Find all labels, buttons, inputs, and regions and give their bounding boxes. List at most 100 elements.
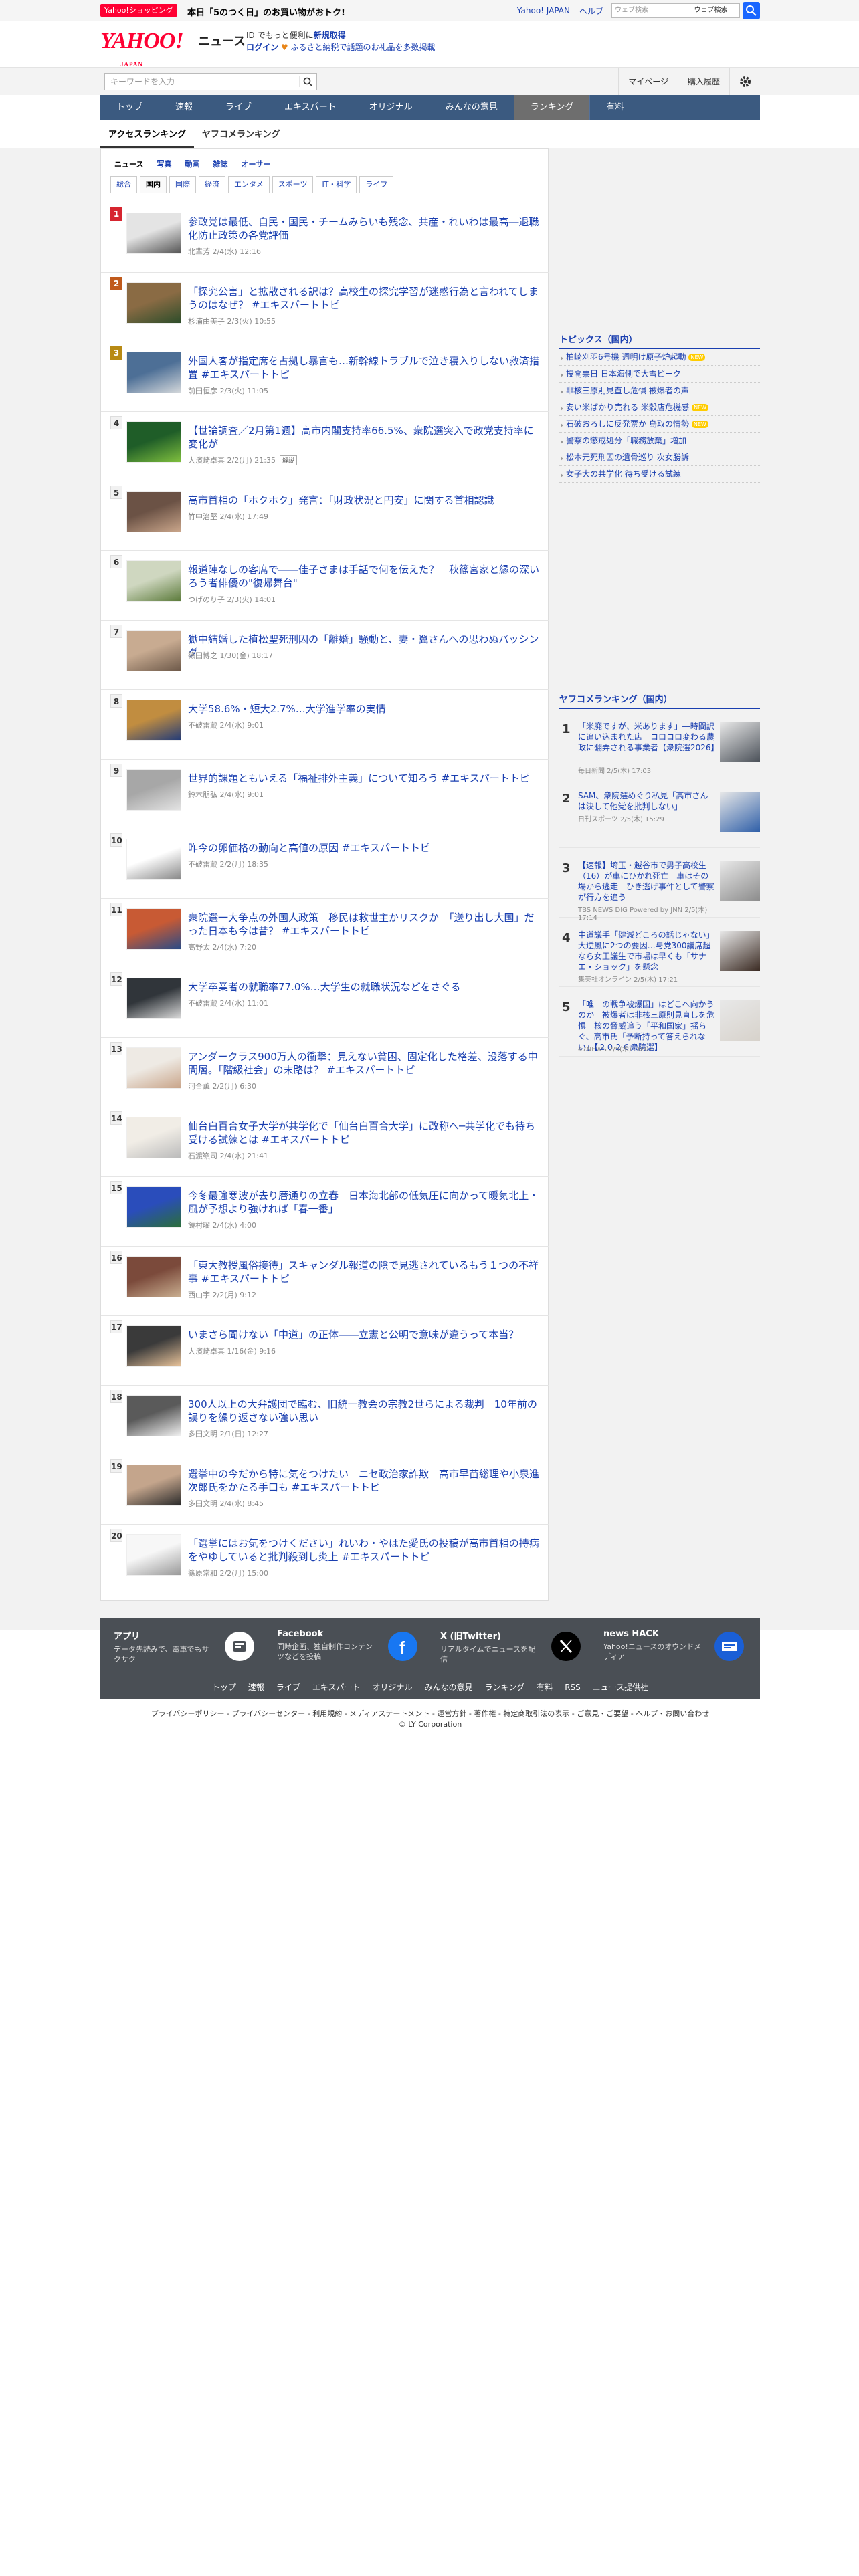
article-title[interactable]: 衆院選一大争点の外国人政策 移民は救世主かリスクか 「送り出し大国」だった日本も… (188, 911, 543, 938)
article-thumbnail[interactable] (126, 1186, 181, 1228)
filter-life[interactable]: ライフ (359, 176, 394, 193)
keyword-search-input[interactable]: キーワードを入力 (104, 73, 317, 90)
article-title[interactable]: アンダークラス900万人の衝撃：見えない貧困、固定化した格差、没落する中間層。「… (188, 1050, 543, 1077)
article-thumbnail[interactable] (126, 978, 181, 1019)
filter-economy[interactable]: 経済 (199, 176, 225, 193)
comment-ranking-item[interactable]: 4 中道議手「健減どころの話じゃない」大逆風に2つの要因…与党300議席超なら女王… (559, 918, 760, 987)
comment-ranking-thumbnail[interactable] (720, 931, 760, 971)
settings-button[interactable] (729, 68, 760, 96)
mypage-link[interactable]: マイページ (618, 68, 678, 96)
topic-item[interactable]: 柏崎刈羽6号機 週明け原子炉起動 NEW (559, 349, 760, 366)
news-brand[interactable]: ニュース (198, 32, 246, 49)
article-thumbnail[interactable] (126, 769, 181, 811)
ranking-row[interactable]: 18 300人以上の大弁護団で臨む、旧統一教会の宗教2世らによる裁判 10年前の誤… (101, 1385, 549, 1454)
yahoo-logo[interactable]: YAHOO! JAPAN (100, 29, 195, 68)
article-thumbnail[interactable] (126, 1256, 181, 1297)
article-title[interactable]: 大学58.6%・短大2.7%…大学進学率の実情 (188, 702, 543, 716)
ranking-row[interactable]: 5 高市首相の「ホクホク」発言：「財政状況と円安」に関する首相認識 竹中治堅 2/4… (101, 481, 549, 550)
article-title[interactable]: 今冬最強寒波が去り暦通りの立春 日本海北部の低気圧に向かって暖気北上・風が予想よ… (188, 1189, 543, 1216)
article-title[interactable]: 300人以上の大弁護団で臨む、旧統一教会の宗教2世らによる裁判 10年前の誤りを… (188, 1398, 543, 1424)
footer-link[interactable]: みんなの意見 (425, 1683, 473, 1692)
yahoo-japan-link[interactable]: Yahoo! JAPAN (517, 6, 570, 15)
register-link[interactable]: 新規取得 (314, 31, 346, 40)
filter-world[interactable]: 国際 (169, 176, 196, 193)
article-thumbnail[interactable] (126, 560, 181, 602)
nav-ranking[interactable]: ランキング (514, 95, 591, 120)
article-title[interactable]: 「東大教授風俗接待」スキャンダル報道の陰で見逃されているもう１つの不祥事 #エキ… (188, 1259, 543, 1285)
comment-ranking-title[interactable]: 中道議手「健減どころの話じゃない」大逆風に2つの要因…与党300議席超なら女王議… (578, 930, 716, 972)
tab-news[interactable]: ニュース (110, 154, 147, 173)
article-title[interactable]: 世界的課題ともいえる「福祉排外主義」について知ろう #エキスパートトピ (188, 772, 543, 785)
filter-entertainment[interactable]: エンタメ (228, 176, 270, 193)
nav-live[interactable]: ライブ (209, 95, 269, 120)
keyword-search-button[interactable] (298, 73, 317, 90)
article-title[interactable]: 選挙中の今だから特に気をつけたい ニセ政治家詐欺 高市早苗総理や小泉進次郎氏をか… (188, 1467, 543, 1494)
article-title[interactable]: 報道陣なしの客席で――佳子さまは手話で何を伝えた？ 秋篠宮家と縁の深いろう者俳優… (188, 563, 543, 590)
ranking-row[interactable]: 12 大学卒業者の就職率77.0%…大学生の就職状況などをさぐる 不破雷蔵 2/4(… (101, 968, 549, 1037)
article-thumbnail[interactable] (126, 213, 181, 254)
comment-ranking-thumbnail[interactable] (720, 722, 760, 762)
footer-link[interactable]: ランキング (485, 1683, 525, 1692)
ranking-row[interactable]: 8 大学58.6%・短大2.7%…大学進学率の実情 不破雷蔵 2/4(水) 9:01 (101, 689, 549, 758)
legal-links[interactable]: プライバシーポリシー - プライバシーセンター - 利用規約 - メディアステー… (100, 1708, 760, 1719)
tab-photo[interactable]: 写真 (153, 154, 175, 173)
furusato-link[interactable]: ふるさと納税で話題のお礼品を多数掲載 (290, 43, 435, 52)
tab-author[interactable]: オーサー (237, 154, 274, 173)
comment-ranking-item[interactable]: 1 「米廃ですが、米あります」―時間訳に追い込まれた店 コロコロ変わる農政に翻弄さ… (559, 709, 760, 778)
nav-original[interactable]: オリジナル (353, 95, 430, 120)
article-thumbnail[interactable] (126, 352, 181, 393)
article-title[interactable]: 仙台白百合女子大学が共学化で「仙台白百合大学」に改称へ─共学化でも待ち受ける試練… (188, 1119, 543, 1146)
article-thumbnail[interactable] (126, 1325, 181, 1367)
footer-link[interactable]: ニュース提供社 (593, 1683, 648, 1692)
comment-ranking-item[interactable]: 2 SAM、衆院選めぐり私見「高市さんは決して他党を批判しない」 日刊スポーツ 2/… (559, 778, 760, 848)
footer-newshack-card[interactable]: news HACK Yahoo!ニュースのオウンドメディア (603, 1629, 753, 1667)
footer-link[interactable]: エキスパート (312, 1683, 361, 1692)
comment-ranking-thumbnail[interactable] (720, 792, 760, 832)
article-title[interactable]: 参政党は最低、自民・国民・チームみらいも残念、共産・れいわは最高―退職化防止政策… (188, 215, 543, 242)
article-thumbnail[interactable] (126, 839, 181, 880)
ranking-row[interactable]: 7 獄中結婚した植松聖死刑囚の「離婚」騒動と、妻・翼さんへの思わぬバッシング 篠田博… (101, 620, 549, 689)
nav-expert[interactable]: エキスパート (268, 95, 353, 120)
topic-item[interactable]: 非核三原則見直し危惧 被爆者の声 (559, 383, 760, 399)
article-title[interactable]: 「探究公害」と拡散される訳は？高校生の探究学習が迷惑行為と言われてしまうのはなぜ… (188, 285, 543, 312)
web-search-select[interactable]: ウェブ検索 (682, 3, 740, 18)
nav-top[interactable]: トップ (100, 95, 160, 120)
article-thumbnail[interactable] (126, 630, 181, 671)
filter-it-science[interactable]: IT・科学 (316, 176, 357, 193)
filter-all[interactable]: 総合 (110, 176, 137, 193)
login-link[interactable]: ログイン (246, 43, 278, 52)
footer-link[interactable]: トップ (212, 1683, 236, 1692)
footer-link[interactable]: 速報 (248, 1683, 264, 1692)
article-title[interactable]: 【世論調査／2月第1週】高市内閣支持率66.5%、衆院選突入で政党支持率に変化が (188, 424, 543, 451)
ranking-row[interactable]: 6 報道陣なしの客席で――佳子さまは手話で何を伝えた？ 秋篠宮家と縁の深いろう者俳… (101, 550, 549, 619)
topic-item[interactable]: 投開票日 日本海側で大雪ピーク (559, 366, 760, 383)
article-thumbnail[interactable] (126, 282, 181, 324)
topic-item[interactable]: 松本元死刑囚の遺骨巡り 次女勝訴 (559, 449, 760, 466)
topic-item[interactable]: 女子大の共学化 待ち受ける試練 (559, 466, 760, 483)
article-title[interactable]: 外国人客が指定席を占拠し暴言も…新幹線トラブルで泣き寝入りしない救済措置 #エキ… (188, 354, 543, 381)
article-thumbnail[interactable] (126, 1047, 181, 1089)
topic-item[interactable]: 石破おろしに反発票か 島取の情勢 NEW (559, 416, 760, 433)
article-thumbnail[interactable] (126, 1465, 181, 1506)
article-title[interactable]: 「選挙にはお気をつけください」れいわ・やはた愛氏の投稿が高市首相の持病をやゆして… (188, 1537, 543, 1564)
article-thumbnail[interactable] (126, 1395, 181, 1436)
article-thumbnail[interactable] (126, 421, 181, 463)
footer-link[interactable]: ライブ (276, 1683, 300, 1692)
filter-sports[interactable]: スポーツ (272, 176, 314, 193)
comment-ranking-thumbnail[interactable] (720, 1000, 760, 1041)
shopping-badge[interactable]: Yahoo!ショッピング (100, 4, 177, 17)
ranking-row[interactable]: 17 いまさら聞けない「中道」の正体――立憲と公明で意味が違うって本当？ 大濱崎卓真… (101, 1315, 549, 1384)
comment-ranking-item[interactable]: 5 「唯一の戦争被爆国」はどこへ向かうのか 被爆者は非核三原則見直しを危惧 核の脅… (559, 987, 760, 1057)
comment-ranking-title[interactable]: SAM、衆院選めぐり私見「高市さんは決して他党を批判しない」 (578, 790, 716, 812)
web-search-input[interactable]: ウェブ検索 (611, 3, 682, 18)
search-button[interactable] (743, 2, 760, 19)
comment-ranking-title[interactable]: 「米廃ですが、米あります」―時間訳に追い込まれた店 コロコロ変わる農政に翻弄され… (578, 721, 719, 753)
ranking-row[interactable]: 1 参政党は最低、自民・国民・チームみらいも残念、共産・れいわは最高―退職化防止政… (101, 203, 549, 272)
help-link[interactable]: ヘルプ (579, 5, 603, 17)
ranking-row[interactable]: 4 【世論調査／2月第1週】高市内閣支持率66.5%、衆院選突入で政党支持率に変化… (101, 411, 549, 480)
tab-magazine[interactable]: 雑誌 (209, 154, 231, 173)
ranking-row[interactable]: 3 外国人客が指定席を占拠し暴言も…新幹線トラブルで泣き寝入りしない救済措置 #エ… (101, 342, 549, 411)
nav-paid[interactable]: 有料 (590, 95, 641, 120)
ranking-row[interactable]: 10 昨今の卵価格の動向と高値の原因 #エキスパートトピ 不破雷蔵 2/2(月) 1… (101, 829, 549, 897)
topic-item[interactable]: 安い米ばかり売れる 米穀店危機感 NEW (559, 399, 760, 416)
